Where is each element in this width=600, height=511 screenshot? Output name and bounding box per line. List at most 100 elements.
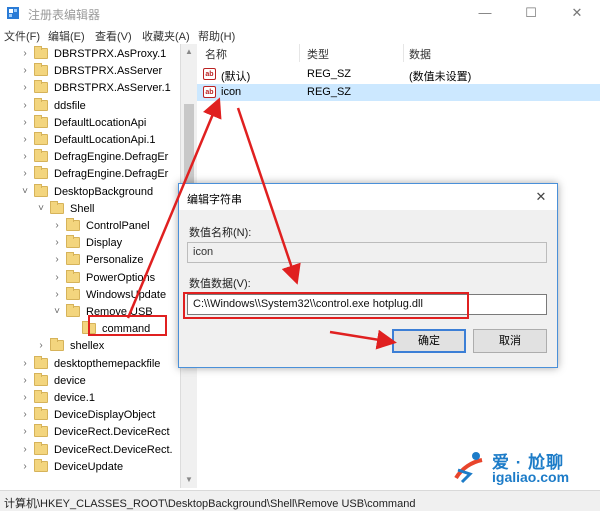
chevron-right-icon[interactable]: ›: [20, 410, 30, 420]
tree-item[interactable]: › DeviceDisplayObject: [0, 407, 180, 424]
tree-item[interactable]: ˅ DesktopBackground: [0, 183, 180, 201]
chevron-right-icon[interactable]: ›: [52, 255, 62, 265]
chevron-right-icon[interactable]: ›: [20, 117, 30, 128]
chevron-right-icon[interactable]: ›: [20, 66, 30, 76]
chevron-right-icon[interactable]: ›: [20, 169, 30, 179]
tree-item[interactable]: › device: [0, 372, 180, 390]
scroll-up-icon[interactable]: ▲: [181, 44, 197, 60]
window-title: 注册表编辑器: [28, 8, 101, 22]
scroll-down-icon[interactable]: ▼: [181, 472, 197, 488]
tree-item[interactable]: › DefragEngine.DefragEr: [0, 166, 180, 183]
tree-item[interactable]: ˅ Shell: [0, 200, 180, 218]
value-row-default[interactable]: ab (默认) REG_SZ (数值未设置): [197, 66, 600, 83]
tree-item-label: device: [54, 374, 86, 387]
chevron-down-icon[interactable]: ˅: [20, 186, 30, 197]
menu-view[interactable]: 查看(V): [95, 28, 132, 44]
title-bar: 注册表编辑器 — ☐ ✕: [0, 0, 600, 26]
column-divider[interactable]: [403, 44, 404, 62]
folder-icon: [66, 235, 80, 249]
tree-item[interactable]: › DBRSTPRX.AsServer: [0, 63, 180, 80]
folder-icon: [50, 338, 64, 352]
chevron-right-icon[interactable]: ›: [52, 221, 62, 231]
value-name: icon: [221, 86, 242, 98]
watermark-logo-icon: [454, 452, 483, 484]
folder-icon: [34, 424, 48, 438]
close-button[interactable]: ✕: [554, 0, 600, 26]
tree-item[interactable]: › DeviceRect.DeviceRect.: [0, 441, 180, 459]
chevron-right-icon[interactable]: ›: [52, 289, 62, 300]
string-value-icon: ab: [203, 68, 216, 80]
chevron-down-icon[interactable]: ˅: [52, 307, 62, 317]
tree-item[interactable]: › desktopthemepackfile: [0, 355, 180, 373]
chevron-right-icon[interactable]: ›: [52, 272, 62, 283]
ok-button[interactable]: 确定: [392, 329, 466, 353]
chevron-right-icon[interactable]: ›: [20, 100, 30, 111]
tree-item-label: DefragEngine.DefragEr: [54, 151, 169, 164]
tree-item[interactable]: › PowerOptions: [0, 269, 180, 287]
folder-icon: [34, 149, 48, 163]
annotation-highlight-command: [88, 315, 167, 336]
watermark-en: igaliao.com: [492, 469, 570, 485]
tree-item-label: DefaultLocationApi.1: [54, 134, 156, 146]
tree-item[interactable]: › Personalize: [0, 252, 180, 269]
tree-item-label: DesktopBackground: [54, 185, 154, 198]
chevron-right-icon[interactable]: ›: [20, 444, 30, 455]
column-header-type[interactable]: 类型: [307, 46, 329, 62]
folder-icon: [34, 390, 48, 403]
dialog-close-icon[interactable]: ✕: [531, 187, 551, 207]
column-divider[interactable]: [299, 44, 300, 62]
tree-item-label: desktopthemepackfile: [54, 357, 161, 370]
menu-file[interactable]: 文件(F): [4, 28, 40, 44]
chevron-right-icon[interactable]: ›: [36, 341, 46, 351]
key-tree[interactable]: › DBRSTPRX.AsProxy.1 › DBRSTPRX.AsServer › DB…: [0, 44, 181, 488]
chevron-right-icon[interactable]: ›: [20, 135, 30, 145]
cancel-button[interactable]: 取消: [473, 329, 547, 353]
minimize-button[interactable]: —: [462, 0, 508, 26]
tree-item-label: DBRSTPRX.AsServer: [54, 65, 163, 78]
folder-icon: [34, 132, 48, 145]
chevron-right-icon[interactable]: ›: [20, 49, 30, 59]
folder-icon: [66, 269, 80, 283]
menu-help[interactable]: 帮助(H): [198, 28, 235, 44]
tree-item[interactable]: › DefaultLocationApi.1: [0, 132, 180, 149]
value-row-icon[interactable]: ab icon REG_SZ: [197, 84, 600, 101]
tree-item-label: ControlPanel: [86, 220, 150, 232]
tree-item[interactable]: › DefaultLocationApi: [0, 114, 180, 132]
tree-item-label: Shell: [70, 202, 95, 215]
string-value-icon: ab: [203, 86, 216, 98]
tree-item[interactable]: › shellex: [0, 338, 180, 355]
tree-item-label: DeviceRect.DeviceRect: [54, 426, 170, 439]
folder-icon: [34, 458, 48, 472]
tree-item[interactable]: › DefragEngine.DefragEr: [0, 149, 180, 166]
tree-item[interactable]: › DeviceRect.DeviceRect: [0, 424, 180, 441]
chevron-down-icon[interactable]: ˅: [36, 203, 46, 214]
tree-item[interactable]: › DBRSTPRX.AsServer.1: [0, 80, 180, 97]
menu-edit[interactable]: 编辑(E): [48, 28, 85, 44]
menu-favorites[interactable]: 收藏夹(A): [142, 28, 190, 44]
tree-item[interactable]: › WindowsUpdate: [0, 286, 180, 304]
value-name: (默认): [221, 71, 251, 83]
tree-item[interactable]: › ddsfile: [0, 97, 180, 115]
chevron-right-icon[interactable]: ›: [20, 375, 30, 386]
tree-item[interactable]: › DBRSTPRX.AsProxy.1: [0, 46, 180, 63]
dialog-title-bar: 编辑字符串 ✕: [179, 184, 557, 210]
folder-icon: [66, 218, 80, 231]
chevron-right-icon[interactable]: ›: [20, 152, 30, 162]
column-header-data[interactable]: 数据: [409, 46, 431, 62]
column-header-name[interactable]: 名称: [205, 46, 227, 62]
tree-item[interactable]: › device.1: [0, 390, 180, 407]
chevron-right-icon[interactable]: ›: [20, 358, 30, 369]
tree-item[interactable]: › Display: [0, 235, 180, 252]
status-bar: 计算机\HKEY_CLASSES_ROOT\DesktopBackground\…: [0, 490, 600, 511]
tree-item[interactable]: › DeviceUpdate: [0, 458, 180, 476]
value-type: REG_SZ: [307, 86, 352, 98]
value-name-field[interactable]: icon: [187, 242, 547, 263]
maximize-button[interactable]: ☐: [508, 0, 554, 26]
chevron-right-icon[interactable]: ›: [20, 83, 30, 93]
chevron-right-icon[interactable]: ›: [52, 238, 62, 248]
folder-icon: [34, 166, 48, 180]
chevron-right-icon[interactable]: ›: [20, 461, 30, 472]
chevron-right-icon[interactable]: ›: [20, 427, 30, 437]
tree-item[interactable]: › ControlPanel: [0, 218, 180, 235]
chevron-right-icon[interactable]: ›: [20, 393, 30, 403]
